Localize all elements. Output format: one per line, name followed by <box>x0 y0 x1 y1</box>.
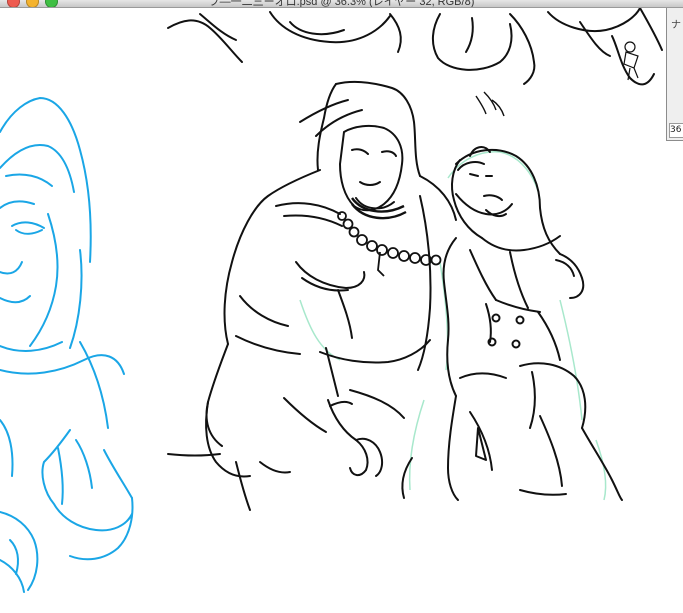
window-title-bar: フ—一二三ーオロ.psd @ 36.3% (レイヤー 32, RGB/8) <box>0 0 683 8</box>
mint-guide-sketch <box>299 151 607 501</box>
motion-marks <box>475 91 505 117</box>
tiny-figure-sketch <box>623 41 639 81</box>
blue-hooded-figure-sketch <box>0 97 134 593</box>
top-foliage-sketch <box>167 8 663 86</box>
window-title: フ—一二三ーオロ.psd @ 36.3% (レイヤー 32, RGB/8) <box>208 0 475 8</box>
artwork-strokes <box>0 8 663 593</box>
navigator-tab[interactable]: ナ <box>671 16 681 31</box>
zoom-level-field[interactable]: 36 <box>669 123 683 138</box>
ribboned-girl-sketch <box>401 146 623 501</box>
drawing-canvas[interactable] <box>0 8 683 613</box>
navigator-panel[interactable]: ナ 36 <box>666 8 683 141</box>
